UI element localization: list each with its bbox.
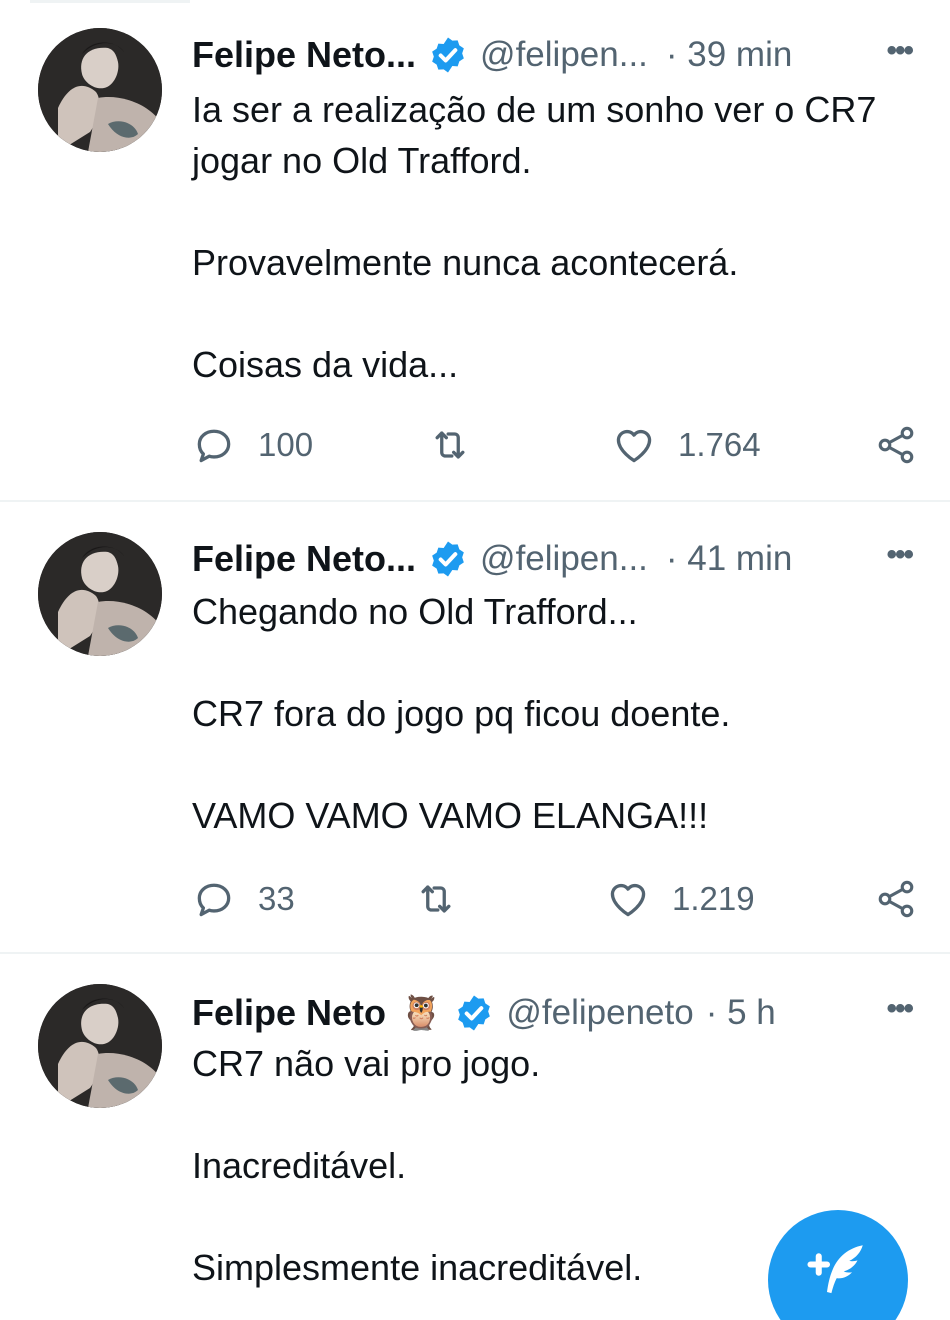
- tweet-line: Provavelmente nunca acontecerá.: [192, 242, 739, 283]
- timestamp[interactable]: · 5 h: [706, 993, 776, 1033]
- like-button[interactable]: 1.219: [606, 874, 755, 924]
- tweet-header: Felipe Neto... @felipen... · 39 min •••: [192, 30, 920, 80]
- verified-badge-icon: [458, 995, 491, 1031]
- tweet-line: CR7 não vai pro jogo.: [192, 1043, 541, 1084]
- author-handle[interactable]: @felipeneto: [506, 993, 693, 1033]
- tweet-line: Inacreditável.: [192, 1145, 407, 1186]
- author-name[interactable]: Felipe Neto: [192, 992, 386, 1034]
- compose-icon: [807, 1245, 863, 1294]
- share-button[interactable]: [874, 420, 918, 470]
- more-icon[interactable]: •••: [886, 34, 913, 68]
- tweet-line-blank: [192, 637, 910, 688]
- reply-icon: [197, 429, 231, 463]
- reply-icon: [197, 883, 231, 917]
- verified-badge-icon: [432, 541, 464, 577]
- heart-icon: [616, 429, 652, 463]
- retweet-button[interactable]: [428, 420, 472, 470]
- author-name[interactable]: Felipe Neto...: [192, 34, 416, 76]
- more-icon[interactable]: •••: [886, 992, 913, 1026]
- tweet-text: Ia ser a realização de um sonho ver o CR…: [192, 84, 910, 390]
- like-count: 1.764: [678, 426, 761, 463]
- timestamp[interactable]: · 39 min: [666, 35, 792, 75]
- more-icon[interactable]: •••: [886, 538, 913, 572]
- tweet-line: CR7 fora do jogo pq ficou doente.: [192, 693, 731, 734]
- author-name[interactable]: Felipe Neto...: [192, 538, 416, 580]
- avatar[interactable]: [38, 532, 162, 656]
- tweet-line: Chegando no Old Trafford...: [192, 591, 638, 632]
- action-bar: 33 1.219: [192, 874, 918, 924]
- tweet-text: Chegando no Old Trafford... CR7 fora do …: [192, 586, 910, 841]
- tweet-line-blank: [192, 288, 910, 339]
- tweet-header: Felipe Neto 🦉 @felipeneto · 5 h •••: [192, 988, 920, 1038]
- tweet-line-blank: [192, 739, 910, 790]
- tweet[interactable]: Felipe Neto... @felipen... · 39 min ••• …: [0, 0, 950, 502]
- timestamp[interactable]: · 41 min: [666, 539, 792, 579]
- avatar-image: [38, 532, 162, 656]
- retweet-button[interactable]: [414, 874, 458, 924]
- tweet-line-blank: [192, 1089, 910, 1140]
- share-button[interactable]: [874, 874, 918, 924]
- author-handle[interactable]: @felipen...: [480, 539, 648, 579]
- tweet-line: Ia ser a realização de um sonho ver o CR…: [192, 89, 877, 130]
- share-icon: [878, 426, 914, 464]
- tweet[interactable]: Felipe Neto... @felipen... · 41 min ••• …: [0, 502, 950, 954]
- tweet-line: jogar no Old Trafford.: [192, 140, 532, 181]
- share-icon: [878, 880, 914, 918]
- owl-emoji: 🦉: [400, 994, 443, 1032]
- author-handle[interactable]: @felipen...: [480, 35, 648, 75]
- retweet-icon: [435, 431, 465, 459]
- reply-count: 33: [258, 880, 295, 917]
- like-button[interactable]: 1.764: [612, 420, 761, 470]
- retweet-icon: [421, 885, 451, 913]
- reply-count: 100: [258, 426, 314, 463]
- tweet-header: Felipe Neto... @felipen... · 41 min •••: [192, 534, 920, 584]
- verified-badge-icon: [432, 37, 464, 73]
- like-count: 1.219: [672, 880, 755, 917]
- reply-button[interactable]: 33: [192, 874, 295, 924]
- avatar[interactable]: [38, 28, 162, 152]
- reply-button[interactable]: 100: [192, 420, 313, 470]
- avatar-image: [38, 28, 162, 152]
- tweet-line: Coisas da vida...: [192, 344, 459, 385]
- heart-icon: [610, 883, 646, 917]
- avatar-image: [38, 984, 162, 1108]
- tweet-line-blank: [192, 186, 910, 237]
- tweet-line: VAMO VAMO VAMO ELANGA!!!: [192, 795, 709, 836]
- action-bar: 100 1.764: [192, 420, 918, 470]
- avatar[interactable]: [38, 984, 162, 1108]
